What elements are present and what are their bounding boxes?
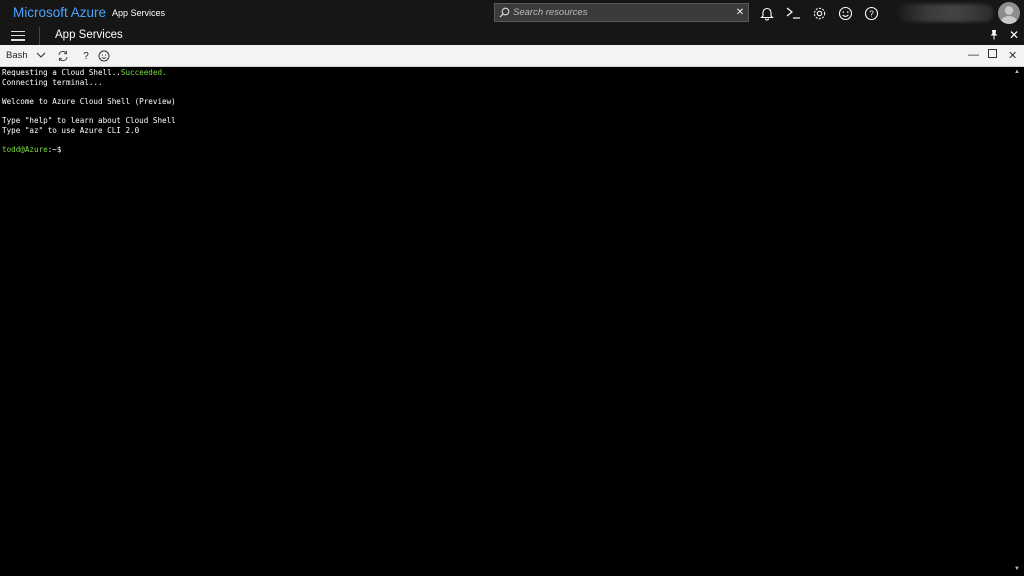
account-info[interactable] — [898, 4, 993, 22]
shell-type-label: Bash — [6, 50, 28, 61]
search-box[interactable]: ✕ — [494, 3, 749, 22]
prompt-suffix: :~$ — [47, 144, 62, 154]
pin-icon[interactable] — [989, 29, 999, 43]
terminal-prompt[interactable]: todd@Azure:~$ — [2, 145, 1012, 155]
top-bar: Microsoft Azure App Services ✕ ? — [0, 0, 1024, 27]
terminal-line: Type "az" to use Azure CLI 2.0 — [2, 125, 140, 135]
page-title: App Services — [55, 29, 123, 41]
scroll-up-icon[interactable]: ▲ — [1014, 69, 1020, 75]
minimize-icon[interactable]: — — [968, 49, 979, 61]
prompt-user: todd@Azure — [2, 144, 48, 154]
feedback-icon[interactable] — [97, 49, 111, 63]
restart-icon[interactable] — [56, 49, 70, 63]
breadcrumb[interactable]: App Services — [112, 8, 165, 18]
search-input[interactable] — [513, 7, 732, 18]
close-shell-icon[interactable]: ✕ — [1008, 49, 1017, 62]
scroll-down-icon[interactable]: ▼ — [1014, 566, 1020, 572]
terminal-line: Connecting terminal... — [2, 77, 103, 87]
hamburger-icon[interactable] — [11, 31, 25, 43]
search-icon — [495, 7, 513, 18]
smiley-icon[interactable] — [834, 3, 856, 23]
scrollbar[interactable] — [1012, 67, 1024, 576]
brand-title[interactable]: Microsoft Azure — [13, 5, 106, 20]
gear-icon[interactable] — [808, 3, 830, 23]
terminal-line: Welcome to Azure Cloud Shell (Preview) — [2, 96, 176, 106]
cloud-shell-icon[interactable] — [782, 3, 804, 23]
bell-icon[interactable] — [756, 3, 778, 23]
maximize-icon[interactable] — [988, 49, 997, 61]
shell-toolbar: Bash ? — ✕ — [0, 45, 1024, 67]
help-button[interactable]: ? — [79, 49, 93, 63]
chevron-down-icon — [36, 52, 46, 58]
search-clear-icon[interactable]: ✕ — [732, 7, 748, 18]
terminal-line: Type "help" to learn about Cloud Shell — [2, 115, 176, 125]
shell-type-select[interactable]: Bash — [6, 50, 46, 61]
blade-header: App Services ✕ — [0, 27, 1024, 45]
help-icon[interactable]: ? — [860, 3, 882, 23]
avatar[interactable] — [998, 2, 1020, 24]
divider — [39, 27, 40, 45]
close-icon[interactable]: ✕ — [1009, 28, 1019, 42]
terminal-line: Requesting a Cloud Shell..Succeeded. — [2, 68, 167, 77]
svg-text:?: ? — [869, 8, 874, 18]
terminal[interactable]: Requesting a Cloud Shell..Succeeded. Con… — [0, 67, 1012, 576]
